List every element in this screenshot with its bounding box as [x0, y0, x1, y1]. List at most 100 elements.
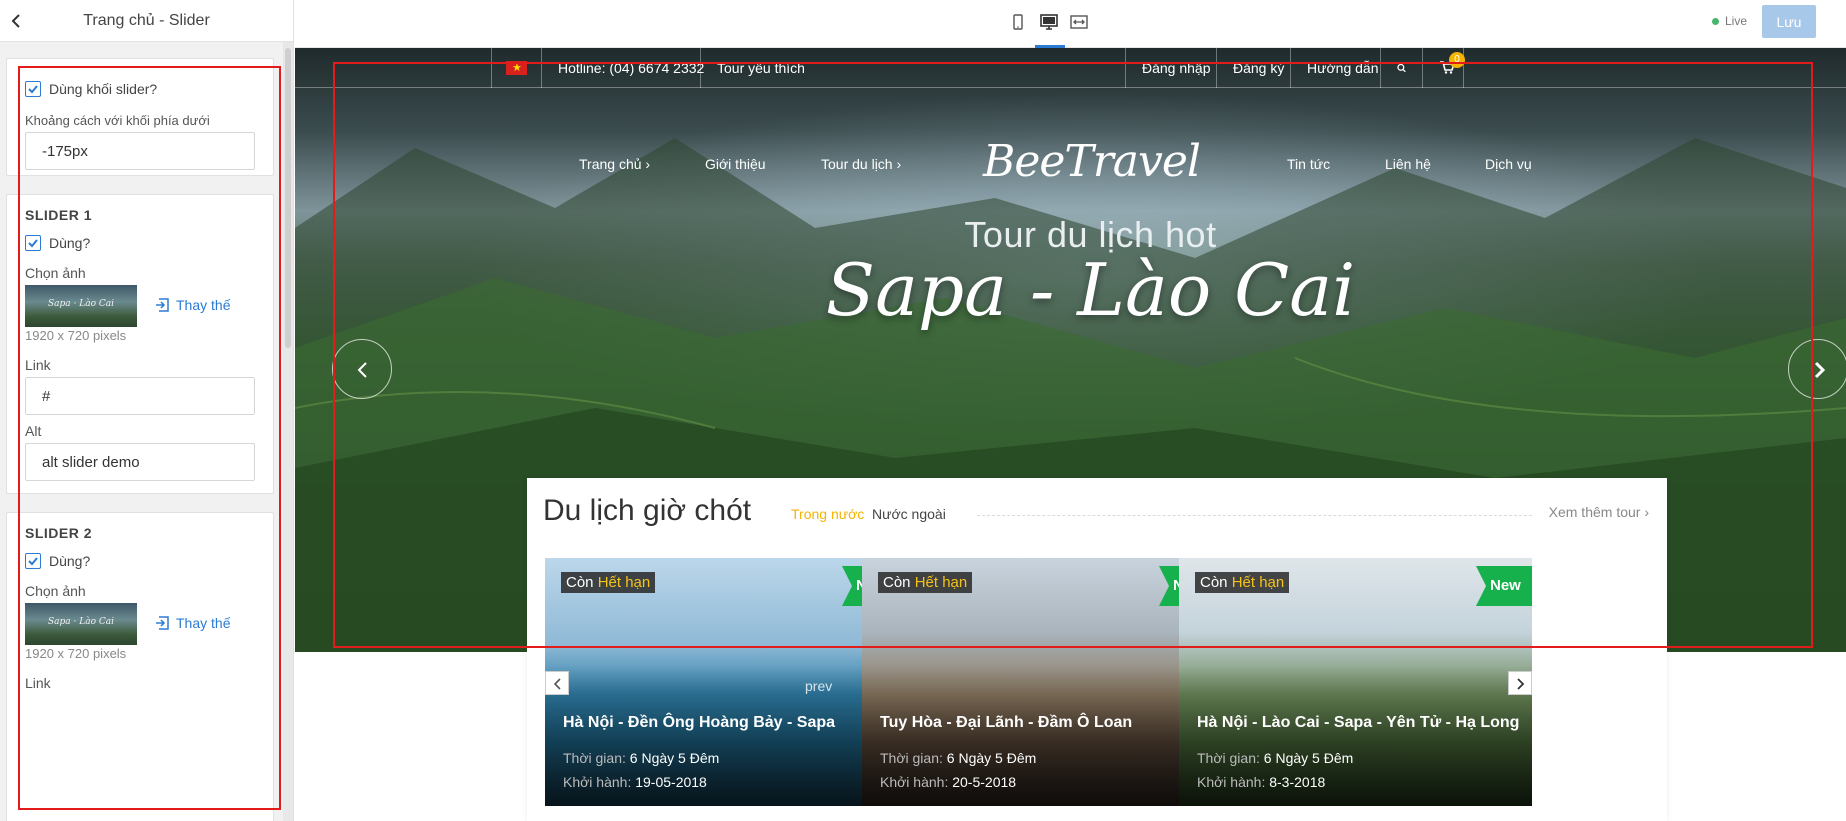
- departure-value: 19-05-2018: [635, 774, 707, 790]
- tour-card[interactable]: Còn Hết hạn New Tuy Hòa - Đại Lãnh - Đầm…: [862, 558, 1215, 806]
- use-slider-label: Dùng khối slider?: [49, 81, 158, 97]
- fullwidth-icon[interactable]: [1069, 12, 1089, 32]
- site-logo[interactable]: BeeTravel: [983, 136, 1201, 187]
- save-button[interactable]: Lưu: [1762, 5, 1816, 38]
- sidebar-scroll-area: Dùng khối slider? Khoảng cách với khối p…: [0, 42, 293, 821]
- departure-value: 20-5-2018: [952, 774, 1017, 790]
- status-badge: Còn Hết hạn: [561, 572, 656, 593]
- nav-news[interactable]: Tin tức: [1287, 156, 1330, 172]
- spacing-input[interactable]: [25, 132, 255, 170]
- mobile-icon[interactable]: [1008, 12, 1028, 32]
- duration-value: 6 Ngày 5 Đêm: [1263, 750, 1354, 766]
- slider-1-use-row[interactable]: Dùng?: [25, 235, 90, 251]
- slider-1-alt-input[interactable]: [25, 443, 255, 481]
- tour-departure: Khởi hành: 20-5-2018: [880, 774, 1016, 790]
- status-expired: Hết hạn: [597, 574, 651, 591]
- duration-value: 6 Ngày 5 Đêm: [946, 750, 1037, 766]
- nav-contact[interactable]: Liên hệ: [1385, 156, 1431, 172]
- slider-2-use-checkbox[interactable]: [25, 553, 41, 569]
- status-badge: Còn Hết hạn: [878, 572, 973, 593]
- editor-sidebar: Trang chủ - Slider Dùng khối slider? Kho…: [0, 0, 294, 821]
- slider-2-image-label: Chọn ảnh: [25, 583, 86, 599]
- slider-1-thumbnail[interactable]: Sapa · Lào Cai: [25, 285, 137, 327]
- slider-2-thumbnail[interactable]: Sapa · Lào Cai: [25, 603, 137, 645]
- tour-duration: Thời gian: 6 Ngày 5 Đêm: [563, 750, 719, 766]
- duration-label: Thời gian:: [1197, 750, 1260, 766]
- language-flag[interactable]: ★: [491, 48, 541, 88]
- replace-icon: [156, 616, 169, 630]
- cart-count-badge: 0: [1449, 51, 1465, 68]
- slider-1-dimensions: 1920 x 720 pixels: [25, 328, 127, 343]
- chevron-left-icon: [553, 678, 561, 690]
- slider-1-card: SLIDER 1 Dùng? Chọn ảnh Sapa · Lào Cai T…: [6, 194, 274, 494]
- desktop-icon[interactable]: [1039, 12, 1059, 32]
- replace-icon: [156, 298, 169, 312]
- chevron-right-icon: [1517, 678, 1525, 690]
- tour-card[interactable]: Còn Hết hạn New Hà Nội - Lào Cai - Sapa …: [1179, 558, 1532, 806]
- duration-label: Thời gian:: [880, 750, 943, 766]
- scrollbar-thumb[interactable]: [285, 48, 291, 348]
- slider-1-alt-label: Alt: [25, 423, 42, 439]
- prev-label[interactable]: prev: [805, 678, 832, 694]
- last-minute-tours-section: Du lịch giờ chót Trong nước Nước ngoài X…: [527, 478, 1667, 821]
- cart-button[interactable]: 0: [1422, 48, 1465, 88]
- search-button[interactable]: [1380, 48, 1422, 88]
- hero-prev-button[interactable]: [332, 339, 392, 399]
- tab-foreign[interactable]: Nước ngoài: [872, 506, 946, 522]
- slider-2-dimensions: 1920 x 720 pixels: [25, 646, 127, 661]
- guide-link[interactable]: Hướng dẫn: [1290, 48, 1394, 88]
- tours-next-button[interactable]: [1508, 671, 1532, 695]
- status-expired: Hết hạn: [1231, 574, 1285, 591]
- login-link[interactable]: Đăng nhập: [1125, 48, 1227, 88]
- register-link[interactable]: Đăng ký: [1216, 48, 1300, 88]
- departure-value: 8-3-2018: [1269, 774, 1326, 790]
- use-slider-row[interactable]: Dùng khối slider?: [25, 81, 157, 97]
- search-icon: [1397, 63, 1406, 73]
- duration-label: Thời gian:: [563, 750, 626, 766]
- duration-value: 6 Ngày 5 Đêm: [629, 750, 720, 766]
- nav-tours[interactable]: Tour du lịch ›: [821, 156, 901, 172]
- departure-label: Khởi hành:: [880, 774, 949, 790]
- slider-1-link-input[interactable]: [25, 377, 255, 415]
- slider-2-use-row[interactable]: Dùng?: [25, 553, 90, 569]
- tour-duration: Thời gian: 6 Ngày 5 Đêm: [880, 750, 1036, 766]
- chevron-right-icon: [1814, 361, 1826, 379]
- status-remaining: Còn: [883, 574, 911, 591]
- slider-1-replace-button[interactable]: Thay thế: [155, 297, 230, 313]
- slider-1-use-checkbox[interactable]: [25, 235, 41, 251]
- sidebar-title: Trang chủ - Slider: [83, 12, 210, 29]
- slider-2-use-label: Dùng?: [49, 553, 91, 569]
- more-tours-link[interactable]: Xem thêm tour ›: [1549, 504, 1649, 520]
- status-remaining: Còn: [566, 574, 594, 591]
- status-remaining: Còn: [1200, 574, 1228, 591]
- nav-about[interactable]: Giới thiệu: [705, 156, 766, 172]
- back-icon[interactable]: [8, 12, 24, 30]
- slider-2-replace-button[interactable]: Thay thế: [155, 615, 230, 631]
- slider-1-link-label: Link: [25, 357, 51, 373]
- vietnam-flag-icon: ★: [506, 61, 527, 75]
- tour-card[interactable]: Còn Hết hạn New prev Hà Nội - Đền Ông Ho…: [545, 558, 898, 806]
- use-slider-checkbox[interactable]: [25, 81, 41, 97]
- slider-1-replace-label: Thay thế: [176, 297, 231, 313]
- live-status: Live: [1712, 14, 1747, 28]
- divider: [977, 515, 1532, 516]
- slider-2-card: SLIDER 2 Dùng? Chọn ảnh Sapa · Lào Cai T…: [6, 512, 274, 821]
- tour-duration: Thời gian: 6 Ngày 5 Đêm: [1197, 750, 1353, 766]
- hero-title: Sapa - Lào Cai: [825, 248, 1356, 332]
- nav-home[interactable]: Trang chủ ›: [579, 156, 650, 172]
- favorites-link[interactable]: Tour yêu thích: [700, 48, 821, 88]
- hotline[interactable]: Hotline: (04) 6674 2332: [541, 48, 720, 88]
- tab-domestic[interactable]: Trong nước: [791, 506, 864, 522]
- tour-name[interactable]: Tuy Hòa - Đại Lãnh - Đầm Ô Loan: [880, 714, 1132, 732]
- tours-prev-button[interactable]: [545, 671, 569, 695]
- slider-settings-card: Dùng khối slider? Khoảng cách với khối p…: [6, 58, 274, 176]
- utility-bar: ★ Hotline: (04) 6674 2332 Tour yêu thích…: [295, 48, 1846, 88]
- sidebar-scrollbar[interactable]: [283, 42, 293, 821]
- tour-name[interactable]: Hà Nội - Đền Ông Hoàng Bảy - Sapa: [563, 714, 835, 732]
- hero-next-button[interactable]: [1788, 339, 1846, 399]
- slider-2-heading: SLIDER 2: [25, 525, 93, 541]
- slider-1-image-label: Chọn ảnh: [25, 265, 86, 281]
- nav-services[interactable]: Dịch vụ: [1485, 156, 1532, 172]
- spacing-label: Khoảng cách với khối phía dưới: [25, 113, 210, 128]
- tour-name[interactable]: Hà Nội - Lào Cai - Sapa - Yên Tử - Hạ Lo…: [1197, 714, 1519, 732]
